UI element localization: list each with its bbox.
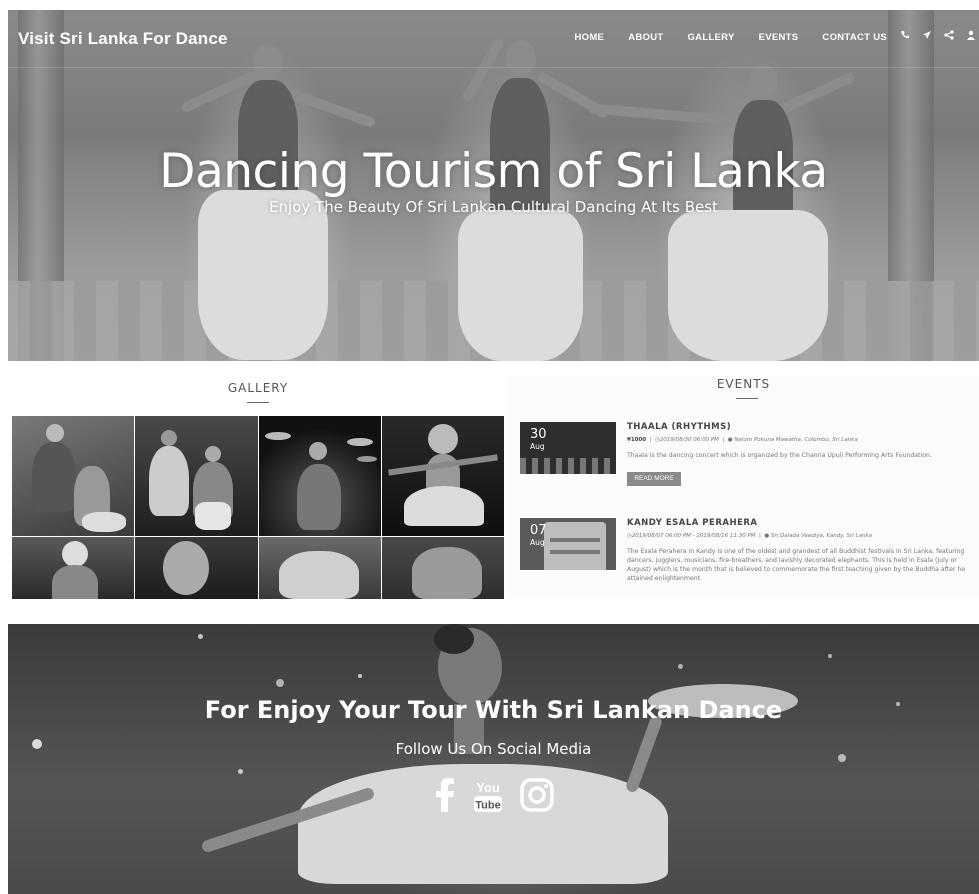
nav-contact-us[interactable]: CONTACT US: [822, 32, 887, 43]
gallery-grid: [12, 416, 504, 599]
site-brand[interactable]: Visit Sri Lanka For Dance: [18, 29, 228, 49]
nav-home[interactable]: HOME: [574, 32, 604, 43]
event-meta: ◷2019/08/07 06:00 PM - 2019/08/16 11:30 …: [627, 533, 873, 539]
events-heading-rule: [736, 398, 758, 399]
event-datetime: 2019/08/30 06:00 PM: [659, 437, 719, 443]
event-date-badge: 07 Aug: [530, 523, 547, 548]
nav-events[interactable]: EVENTS: [759, 32, 799, 43]
event-datetime: 2019/08/07 06:00 PM - 2019/08/16 11:30 P…: [631, 533, 756, 539]
nav-about[interactable]: ABOUT: [628, 32, 663, 43]
event-location: Nelum Pokuna Mawatha, Colombo, Sri Lanka: [734, 437, 858, 443]
nav-gallery[interactable]: GALLERY: [687, 32, 734, 43]
phone-icon[interactable]: [899, 30, 911, 43]
gallery-image[interactable]: [381, 537, 504, 599]
event-description: The Esala Perahera in Kandy is one of th…: [627, 548, 966, 582]
social-title: For Enjoy Your Tour With Sri Lankan Danc…: [204, 696, 783, 724]
dancer-figure: [200, 624, 798, 894]
gallery-image[interactable]: [135, 416, 258, 536]
youtube-logo-top: You: [476, 780, 500, 795]
event-month: Aug: [530, 442, 545, 451]
read-more-button[interactable]: READ MORE: [627, 472, 681, 486]
event-day: 30: [530, 427, 547, 442]
user-icon[interactable]: [965, 30, 977, 43]
events-heading: EVENTS: [716, 377, 771, 391]
event-meta: ¥1000 | ◷2019/08/30 06:00 PM | ● Nelum P…: [627, 437, 858, 443]
main-menu: HOME ABOUT GALLERY EVENTS CONTACT US: [574, 32, 887, 43]
event-price: ¥1000: [627, 437, 647, 443]
event-location: Sri Dalada Veediya, Kandy, Sri Lanka: [770, 533, 873, 539]
share-icon[interactable]: [943, 30, 955, 43]
event-day: 07: [530, 523, 547, 538]
event-date-badge: 30 Aug: [530, 427, 547, 452]
event-description: Thaala is the dancing concert which is o…: [627, 452, 932, 459]
event-title[interactable]: THAALA (RHYTHMS): [627, 422, 731, 432]
event-thumbnail[interactable]: 30 Aug: [520, 422, 616, 474]
gallery-image[interactable]: [12, 416, 135, 536]
social-banner: For Enjoy Your Tour With Sri Lankan Danc…: [8, 624, 979, 894]
nav-icon-group: [899, 30, 977, 43]
youtube-icon[interactable]: You Tube: [472, 778, 504, 818]
facebook-icon[interactable]: [434, 778, 456, 818]
gallery-image[interactable]: [135, 537, 258, 599]
hero-subtitle: Enjoy The Beauty Of Sri Lankan Cultural …: [269, 198, 718, 216]
event-title[interactable]: KANDY ESALA PERAHERA: [627, 518, 758, 528]
gallery-image[interactable]: [258, 537, 381, 599]
hero-title: Dancing Tourism of Sri Lanka: [159, 144, 828, 199]
instagram-icon[interactable]: [519, 778, 554, 818]
top-navbar: Visit Sri Lanka For Dance HOME ABOUT GAL…: [8, 10, 979, 68]
youtube-logo-bottom: Tube: [475, 800, 500, 812]
gallery-heading: GALLERY: [227, 381, 289, 395]
gallery-image[interactable]: [12, 537, 135, 599]
gallery-image[interactable]: [381, 416, 504, 536]
location-icon: ●: [764, 533, 770, 539]
event-thumbnail[interactable]: 07 Aug: [520, 518, 616, 570]
social-icons: You Tube: [8, 778, 979, 818]
event-month: Aug: [530, 538, 545, 547]
hero-banner: Visit Sri Lanka For Dance HOME ABOUT GAL…: [8, 10, 979, 361]
gallery-heading-rule: [247, 402, 269, 403]
location-icon: ●: [727, 437, 733, 443]
send-icon[interactable]: [921, 30, 933, 43]
social-subtitle: Follow Us On Social Media: [395, 740, 592, 758]
events-panel: EVENTS 30 Aug THAALA (RHYTHMS) ¥1000 | ◷…: [508, 376, 979, 598]
gallery-image[interactable]: [258, 416, 381, 536]
